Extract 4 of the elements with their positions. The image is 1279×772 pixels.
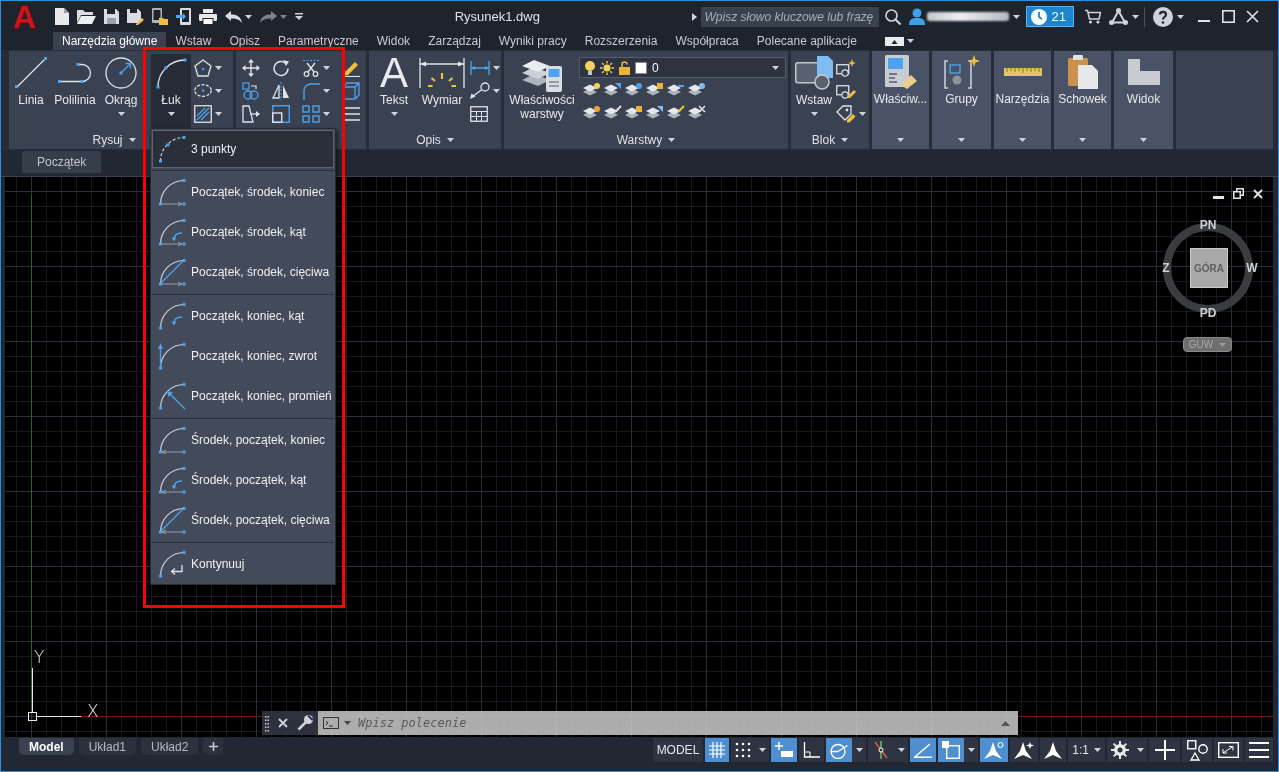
- axis-label: X: [87, 703, 99, 720]
- window-title: Rysunek1.dwg: [454, 9, 540, 24]
- axis-label: Y: [34, 649, 45, 666]
- letter-a-icon: A: [380, 55, 408, 91]
